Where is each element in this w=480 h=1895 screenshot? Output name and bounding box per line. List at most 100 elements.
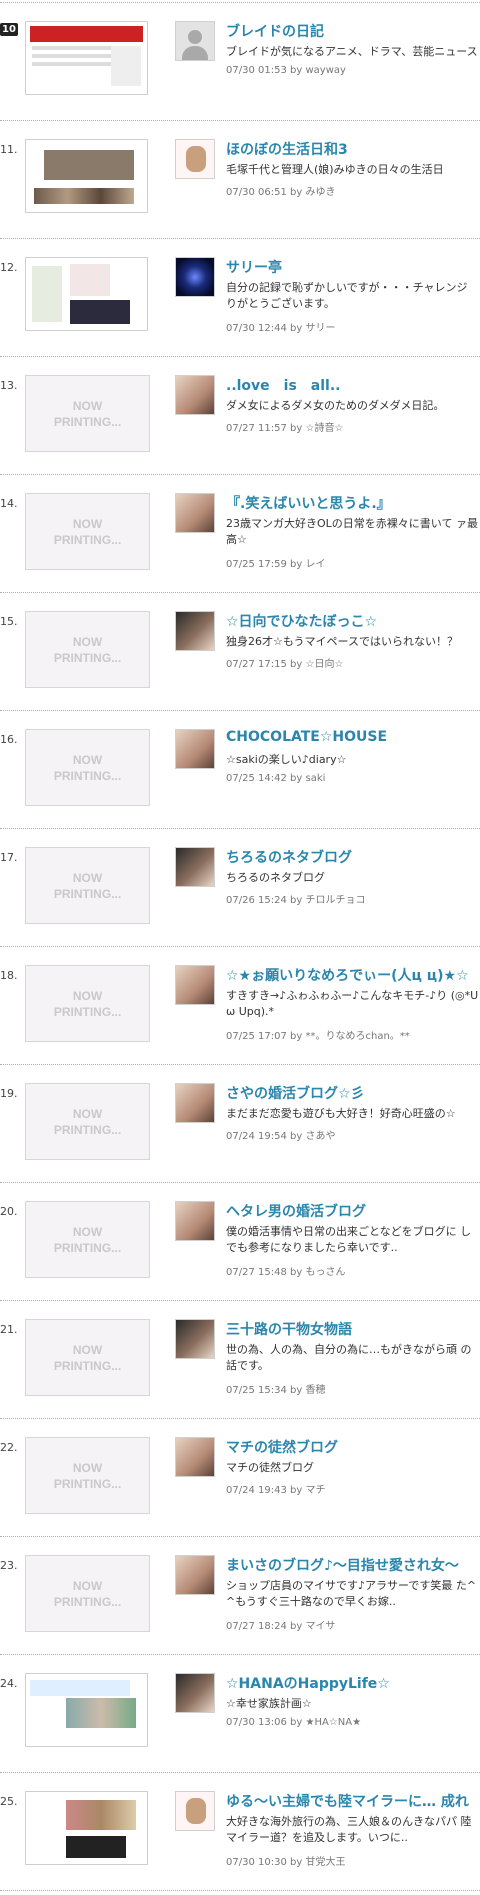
post-time: 19:54: [258, 1131, 287, 1142]
post-meta: 07/25 15:34 by 香穂: [226, 1381, 325, 1396]
author-avatar[interactable]: [175, 257, 215, 297]
author-name[interactable]: ☆日向☆: [305, 659, 343, 670]
placeholder-text: NOW PRINTING...: [54, 870, 121, 902]
blog-title-link[interactable]: ブレイドの日記: [226, 21, 480, 41]
author-avatar[interactable]: [175, 965, 215, 1005]
blog-title-link[interactable]: ほのぼの生活日和3: [226, 139, 480, 159]
post-time: 15:34: [258, 1385, 287, 1396]
blog-entry: 19. NOW PRINTING... さやの婚活ブログ☆彡 まだまだ恋愛も遊びも…: [0, 1065, 480, 1183]
rank-number: 23.: [0, 1559, 18, 1572]
author-name[interactable]: saki: [305, 773, 325, 784]
author-avatar[interactable]: [175, 493, 215, 533]
post-meta: 07/30 13:06 by ★HA☆NA★: [226, 1717, 361, 1728]
author-name[interactable]: マチ: [305, 1485, 325, 1496]
placeholder-line-1: NOW: [72, 1106, 103, 1121]
blog-entry: 11. ほのぼの生活日和3 毛塚千代と管理人(娘)みゆきの日々の生活日 07/3…: [0, 121, 480, 239]
now-printing-placeholder[interactable]: NOW PRINTING...: [25, 847, 150, 924]
blog-title-link[interactable]: ☆日向でひなたぼっこ☆: [226, 611, 480, 631]
rank-number: 22.: [0, 1441, 18, 1454]
now-printing-placeholder[interactable]: NOW PRINTING...: [25, 1555, 150, 1632]
blog-entry: 14. NOW PRINTING... 『.笑えばいいと思うよ.』 23歳マンガ大…: [0, 475, 480, 593]
blog-title-link[interactable]: 三十路の干物女物語: [226, 1319, 480, 1339]
author-name[interactable]: 香穂: [305, 1385, 325, 1396]
post-time: 10:30: [258, 1857, 287, 1868]
blog-description: 自分の記録で恥ずかしいですが・・・チャレンジ りがとうございます。: [226, 281, 468, 310]
post-meta: 07/24 19:54 by さあや: [226, 1127, 335, 1142]
by-label: by: [290, 423, 303, 434]
author-name[interactable]: **。りなめろchan。**: [305, 1031, 409, 1042]
blog-title-link[interactable]: マチの徒然ブログ: [226, 1437, 480, 1457]
post-meta: 07/25 17:59 by レイ: [226, 555, 325, 570]
author-avatar[interactable]: [175, 1673, 215, 1713]
blog-title-link[interactable]: ☆★ぉ願いりなめろでぃー(人ц ц)★☆: [226, 965, 480, 985]
post-date: 07/25: [226, 1031, 255, 1042]
now-printing-placeholder[interactable]: NOW PRINTING...: [25, 1083, 150, 1160]
author-name[interactable]: サリー: [305, 323, 335, 334]
blog-description: 大好きな海外旅行の為、三人娘＆のんきなパパ 陸マイラー道？を追及します。いつに.…: [226, 1815, 472, 1844]
blog-title-link[interactable]: ゆる～い主婦でも陸マイラーに… 成れ: [226, 1791, 480, 1811]
author-name[interactable]: さあや: [305, 1131, 335, 1142]
site-thumbnail[interactable]: [25, 1791, 148, 1865]
post-time: 06:51: [258, 187, 287, 198]
now-printing-placeholder[interactable]: NOW PRINTING...: [25, 1319, 150, 1396]
author-avatar[interactable]: [175, 21, 215, 61]
author-avatar[interactable]: [175, 1555, 215, 1595]
author-name[interactable]: チロルチョコ: [305, 895, 365, 906]
now-printing-placeholder[interactable]: NOW PRINTING...: [25, 1201, 150, 1278]
now-printing-placeholder[interactable]: NOW PRINTING...: [25, 965, 150, 1042]
rank-number: 11.: [0, 143, 18, 156]
site-thumbnail[interactable]: [25, 257, 148, 331]
author-avatar[interactable]: [175, 139, 215, 179]
blog-description: 独身26才☆もうマイペースではいられない！？: [226, 635, 458, 648]
blog-title-link[interactable]: ちろるのネタブログ: [226, 847, 480, 867]
author-name[interactable]: レイ: [305, 559, 325, 570]
author-avatar[interactable]: [175, 847, 215, 887]
blog-title-link[interactable]: CHOCOLATE☆HOUSE: [226, 729, 480, 745]
blog-title-link[interactable]: ヘタレ男の婚活ブログ: [226, 1201, 480, 1221]
author-avatar[interactable]: [175, 611, 215, 651]
now-printing-placeholder[interactable]: NOW PRINTING...: [25, 611, 150, 688]
author-avatar[interactable]: [175, 1083, 215, 1123]
blog-title-link[interactable]: 『.笑えばいいと思うよ.』: [226, 493, 480, 513]
placeholder-text: NOW PRINTING...: [54, 1578, 121, 1610]
rank-number: 12.: [0, 261, 18, 274]
now-printing-placeholder[interactable]: NOW PRINTING...: [25, 1437, 150, 1514]
blog-title-link[interactable]: サリー亭: [226, 257, 480, 277]
now-printing-placeholder[interactable]: NOW PRINTING...: [25, 729, 150, 806]
author-avatar[interactable]: [175, 1201, 215, 1241]
placeholder-line-1: NOW: [72, 516, 103, 531]
post-date: 07/27: [226, 1267, 255, 1278]
site-thumbnail[interactable]: [25, 139, 148, 213]
author-avatar[interactable]: [175, 375, 215, 415]
author-avatar[interactable]: [175, 1791, 215, 1831]
author-name[interactable]: もっさん: [305, 1267, 345, 1278]
post-meta: 07/25 17:07 by **。りなめろchan。**: [226, 1027, 410, 1042]
site-thumbnail[interactable]: [25, 21, 148, 95]
placeholder-text: NOW PRINTING...: [54, 398, 121, 430]
author-name[interactable]: マイサ: [305, 1621, 335, 1632]
blog-title-link[interactable]: さやの婚活ブログ☆彡: [226, 1083, 480, 1103]
author-avatar[interactable]: [175, 1319, 215, 1359]
placeholder-line-1: NOW: [72, 1460, 103, 1475]
author-name[interactable]: みゆき: [305, 187, 335, 198]
by-label: by: [290, 1621, 303, 1632]
rank-number: 13.: [0, 379, 18, 392]
now-printing-placeholder[interactable]: NOW PRINTING...: [25, 493, 150, 570]
post-meta: 07/27 11:57 by ☆詩音☆: [226, 419, 343, 434]
post-date: 07/30: [226, 187, 255, 198]
now-printing-placeholder[interactable]: NOW PRINTING...: [25, 375, 150, 452]
site-thumbnail[interactable]: [25, 1673, 148, 1747]
blog-title-link[interactable]: ..love is all..: [226, 375, 480, 395]
post-time: 14:42: [258, 773, 287, 784]
post-time: 17:15: [258, 659, 287, 670]
author-avatar[interactable]: [175, 1437, 215, 1477]
author-name[interactable]: ★HA☆NA★: [305, 1717, 361, 1728]
author-name[interactable]: wayway: [305, 65, 345, 76]
blog-title-link[interactable]: まいさのブログ♪～目指せ愛され女～: [226, 1555, 480, 1575]
thumbnail-graphic: [34, 188, 134, 204]
author-name[interactable]: 甘党大王: [305, 1857, 345, 1868]
author-avatar[interactable]: [175, 729, 215, 769]
author-name[interactable]: ☆詩音☆: [305, 423, 343, 434]
by-label: by: [290, 1031, 303, 1042]
blog-title-link[interactable]: ☆HANAのHappyLife☆: [226, 1673, 480, 1693]
